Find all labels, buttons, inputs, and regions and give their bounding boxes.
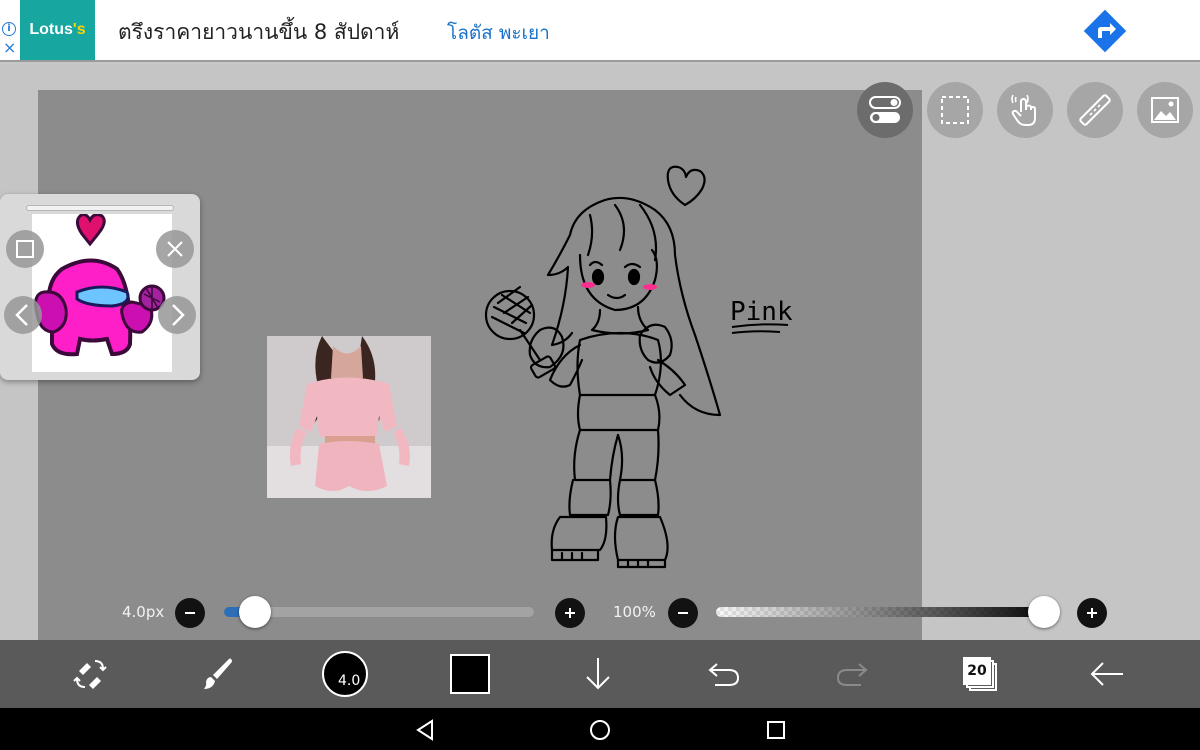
back-arrow-icon [1090,662,1123,686]
image-icon [1151,97,1179,123]
plus-icon [565,608,575,618]
ad-store-link[interactable]: โลตัส พะเยา [447,18,550,48]
download-button[interactable] [580,640,616,708]
undo-icon [708,663,740,686]
square-frame-icon [16,240,34,258]
reference-prev-button[interactable] [4,296,42,334]
layers-button[interactable]: 20 [960,640,1000,708]
color-swatch[interactable] [450,640,490,708]
ad-banner[interactable]: i × Lotus's ตรึงราคายาวนานขึ้น 8 สัปดาห์… [0,0,1200,62]
ruler-icon [1079,94,1111,126]
brush-size-label: 4.0px [122,603,165,621]
redo-button [834,640,870,708]
layer-count: 20 [963,657,991,685]
drawing-text: Pink [730,297,793,327]
redo-icon [836,663,868,686]
line-art-drawing[interactable]: Pink [480,155,810,575]
toggle-icon [869,96,901,123]
brush-size-increase-button[interactable] [555,598,585,628]
undo-button[interactable] [706,640,742,708]
bottom-toolbar: 4.0 20 [0,640,1200,708]
android-nav-bar [0,708,1200,750]
brand-suffix: 's [72,21,86,38]
brush-tool-button[interactable] [198,640,238,708]
brush-icon [204,658,232,689]
layer-toggle-button[interactable] [857,82,913,138]
layers-icon: 20 [963,657,997,691]
reference-panel[interactable] [0,194,200,380]
recents-square-icon[interactable] [764,718,788,742]
brand-logo[interactable]: Lotus's [20,0,95,60]
transform-icon [73,660,107,689]
gesture-button[interactable] [997,82,1053,138]
download-icon [586,658,610,690]
selection-icon [941,96,969,124]
reference-close-button[interactable] [156,230,194,268]
brush-size-value: 4.0 [338,673,361,689]
brand-name: Lotus [29,21,73,38]
opacity-label: 100% [613,603,656,621]
brush-size-decrease-button[interactable] [175,598,205,628]
panel-drag-handle[interactable] [26,205,174,211]
minus-icon [185,612,195,614]
opacity-decrease-button[interactable] [668,598,698,628]
back-triangle-icon[interactable] [414,718,438,742]
chevron-left-icon [15,304,28,326]
close-icon[interactable]: × [3,40,16,56]
reference-frame-button[interactable] [6,230,44,268]
ad-headline[interactable]: ตรึงราคายาวนานขึ้น 8 สัปดาห์ [118,16,399,49]
brush-size-slider[interactable] [224,596,534,628]
info-icon[interactable]: i [2,22,16,36]
reference-photo [267,336,431,498]
directions-icon[interactable] [1080,6,1130,56]
chevron-right-icon [172,304,185,326]
selection-button[interactable] [927,82,983,138]
reference-next-button[interactable] [158,296,196,334]
back-button[interactable] [1088,640,1126,708]
ruler-button[interactable] [1067,82,1123,138]
opacity-increase-button[interactable] [1077,598,1107,628]
minus-icon [678,612,688,614]
hand-gesture-icon [1011,94,1036,126]
opacity-slider[interactable] [716,596,1060,628]
close-icon [167,241,183,257]
brush-size-knob[interactable] [238,596,271,628]
image-import-button[interactable] [1137,82,1193,138]
home-circle-icon[interactable] [588,718,612,742]
brush-size-preview[interactable]: 4.0 [320,640,370,708]
transform-button[interactable] [70,640,110,708]
reference-image [32,213,172,372]
opacity-knob[interactable] [1028,596,1060,628]
plus-icon [1087,608,1097,618]
